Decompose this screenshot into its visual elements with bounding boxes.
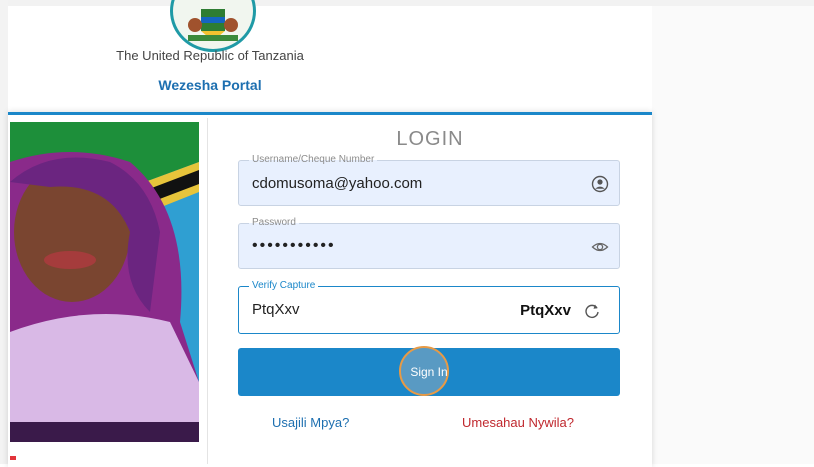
forgot-password-link[interactable]: Umesahau Nywila?	[462, 415, 574, 430]
portal-name: Wezesha Portal	[158, 77, 262, 93]
password-field[interactable]: Password •••••••••••	[238, 217, 620, 269]
sign-in-button[interactable]: Sign In	[238, 346, 620, 396]
sign-in-label: Sign In	[410, 365, 448, 379]
user-icon	[591, 175, 609, 193]
coat-of-arms-logo	[170, 0, 256, 52]
password-label: Password	[249, 217, 299, 228]
country-name: The United Republic of Tanzania	[116, 48, 304, 63]
username-value[interactable]: cdomusoma@yahoo.com	[252, 175, 422, 192]
captcha-field[interactable]: Verify Capture PtqXxv PtqXxv	[238, 280, 620, 334]
captcha-code: PtqXxv	[520, 302, 571, 319]
right-background	[652, 6, 814, 464]
password-value[interactable]: •••••••••••	[252, 237, 336, 255]
captcha-input-value[interactable]: PtqXxv	[252, 301, 300, 318]
left-edge	[0, 0, 8, 464]
refresh-icon[interactable]	[583, 302, 601, 320]
coat-of-arms-icon	[188, 9, 238, 41]
username-label: Username/Cheque Number	[249, 154, 378, 165]
register-link[interactable]: Usajili Mpya?	[272, 415, 349, 430]
red-mark	[10, 456, 16, 460]
eye-icon[interactable]	[591, 238, 609, 256]
card-divider	[207, 118, 208, 464]
portrait-photo	[10, 122, 199, 442]
captcha-label: Verify Capture	[249, 280, 319, 291]
login-title: LOGIN	[396, 128, 464, 150]
username-field[interactable]: Username/Cheque Number cdomusoma@yahoo.c…	[238, 154, 620, 206]
